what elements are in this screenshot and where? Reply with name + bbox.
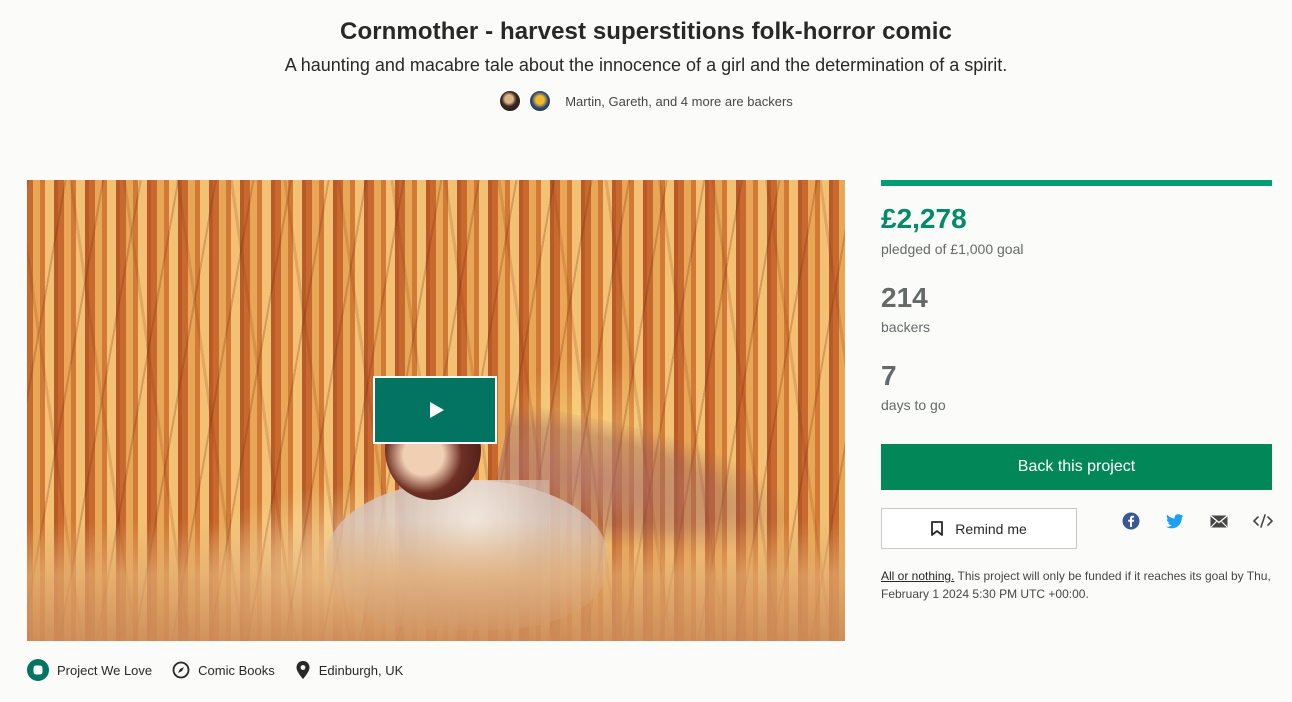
days-to-go-count: 7	[881, 360, 897, 391]
project-blurb: A haunting and macabre tale about the in…	[284, 55, 1008, 75]
progress-fill	[881, 180, 1272, 186]
tag-location[interactable]: Edinburgh, UK	[295, 660, 404, 680]
email-icon[interactable]	[1209, 511, 1229, 531]
bookmark-icon	[931, 521, 944, 536]
tag-category[interactable]: Comic Books	[172, 661, 275, 679]
backers-social-text: Martin, Gareth, and 4 more are backers	[565, 93, 793, 109]
play-button[interactable]	[373, 376, 497, 444]
tag-label: Edinburgh, UK	[318, 662, 404, 678]
backer-avatar	[529, 90, 552, 112]
project-we-love-icon	[27, 659, 49, 681]
back-this-project-button[interactable]: Back this project	[881, 444, 1272, 490]
twitter-icon[interactable]	[1165, 511, 1185, 531]
backer-avatar	[499, 90, 522, 112]
funding-progress-bar	[881, 180, 1272, 186]
funding-terms: All or nothing. This project will only b…	[881, 567, 1276, 603]
backers-count: 214	[881, 282, 928, 313]
tag-label: Comic Books	[198, 662, 275, 678]
tag-label: Project We Love	[57, 662, 153, 678]
project-title: Cornmother - harvest superstitions folk-…	[340, 18, 952, 45]
days-to-go-label: days to go	[881, 397, 946, 413]
compass-icon	[172, 661, 190, 679]
remind-me-label: Remind me	[955, 520, 1027, 537]
pledged-amount: £2,278	[881, 203, 967, 234]
all-or-nothing-link[interactable]: All or nothing.	[881, 569, 954, 583]
tag-project-we-love[interactable]: Project We Love	[27, 659, 152, 681]
project-video[interactable]	[27, 180, 845, 641]
pledged-goal-label: pledged of £1,000 goal	[881, 241, 1024, 257]
location-pin-icon	[295, 660, 311, 680]
facebook-icon[interactable]	[1121, 511, 1141, 531]
backers-social-proof[interactable]: Martin, Gareth, and 4 more are backers	[0, 90, 1292, 112]
play-icon	[430, 402, 444, 418]
embed-icon[interactable]	[1253, 511, 1273, 531]
project-tags: Project We Love Comic Books Edinburgh, U…	[27, 658, 423, 682]
remind-me-button[interactable]: Remind me	[881, 508, 1077, 549]
backers-label: backers	[881, 319, 931, 335]
